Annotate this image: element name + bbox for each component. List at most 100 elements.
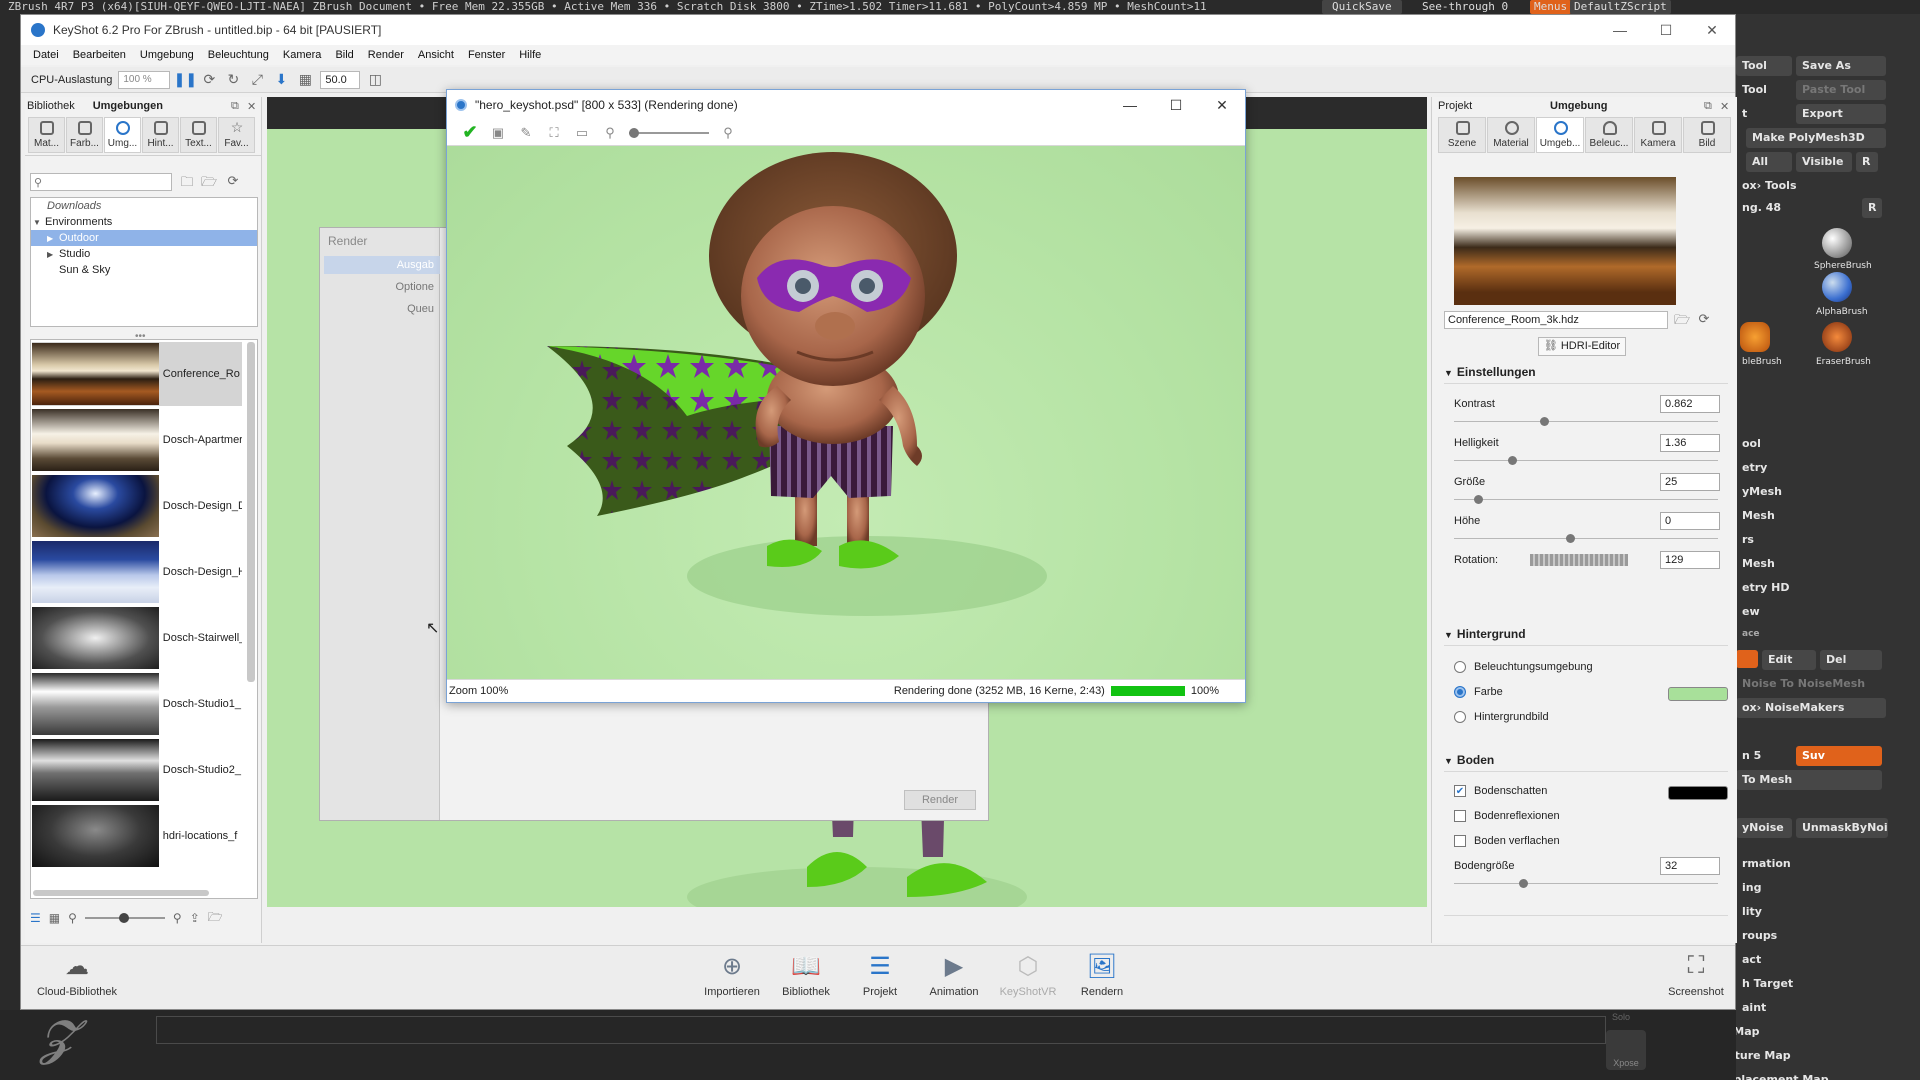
edit-button[interactable]: Edit bbox=[1762, 650, 1816, 670]
tab-backplates[interactable]: Hint... bbox=[142, 117, 179, 153]
menu-beleuchtung[interactable]: Beleuchtung bbox=[202, 49, 277, 61]
animation-button[interactable]: ▶ Animation bbox=[919, 952, 989, 1008]
settings-section-header[interactable]: ▼ Einstellungen bbox=[1444, 365, 1536, 379]
list-item[interactable]: Dosch-Design_D bbox=[32, 474, 242, 538]
unmask-by-noise-button[interactable]: UnmaskByNoise bbox=[1796, 818, 1888, 838]
list-item[interactable]: Dosch-Design_H bbox=[32, 540, 242, 604]
fit-icon[interactable]: ⤢ bbox=[248, 71, 266, 89]
slider-knob[interactable] bbox=[1473, 495, 1483, 504]
add-folder-icon[interactable]: 🗀 bbox=[177, 173, 197, 191]
list-item[interactable]: Dosch-Apartmer bbox=[32, 408, 242, 472]
collapse-icon[interactable]: ▶ bbox=[47, 231, 59, 247]
slider-track[interactable] bbox=[1454, 499, 1718, 500]
upload-icon[interactable]: ⇪ bbox=[190, 911, 200, 925]
hdri-filename-field[interactable]: Conference_Room_3k.hdz bbox=[1444, 311, 1668, 329]
close-icon[interactable]: ✕ bbox=[1199, 90, 1245, 120]
slider-track[interactable] bbox=[1454, 421, 1718, 422]
setting-value-field[interactable]: 0.862 bbox=[1660, 395, 1720, 413]
menu-bild[interactable]: Bild bbox=[329, 49, 361, 61]
ground-section-header[interactable]: ▼ Boden bbox=[1444, 753, 1494, 767]
library-refresh-icon[interactable]: ⟳ bbox=[223, 173, 243, 191]
tree-studio[interactable]: ▶ Studio bbox=[31, 246, 257, 262]
setting-value-field[interactable]: 1.36 bbox=[1660, 434, 1720, 452]
slider-track[interactable] bbox=[1454, 460, 1718, 461]
panel-close-icon[interactable]: ✕ bbox=[1720, 100, 1729, 113]
r-button[interactable]: R bbox=[1856, 152, 1878, 172]
pencil-icon[interactable]: ✎ bbox=[517, 124, 535, 142]
list-item[interactable]: Dosch-Stairwell_ bbox=[32, 606, 242, 670]
undock-icon[interactable]: ⧉ bbox=[231, 100, 239, 113]
tab-materials[interactable]: Mat... bbox=[28, 117, 65, 153]
rotation-dial[interactable] bbox=[1530, 554, 1628, 566]
library-button[interactable]: 📖 Bibliothek bbox=[771, 952, 841, 1008]
import-button[interactable]: ⊕ Importieren bbox=[697, 952, 767, 1008]
background-image-radio[interactable]: Hintergrundbild bbox=[1454, 711, 1549, 727]
value-field[interactable]: 50.0 bbox=[320, 70, 361, 89]
tool-item-ool[interactable]: ool bbox=[1736, 434, 1886, 454]
menu-bearbeiten[interactable]: Bearbeiten bbox=[67, 49, 134, 61]
list-item[interactable]: Dosch-Studio1_ bbox=[32, 672, 242, 736]
quicksave-button[interactable]: QuickSave bbox=[1322, 0, 1402, 14]
background-color-swatch[interactable] bbox=[1668, 687, 1728, 701]
orange-swatch[interactable] bbox=[1736, 650, 1758, 668]
tab-colors[interactable]: Farb... bbox=[66, 117, 103, 153]
maximize-icon[interactable]: ☐ bbox=[1153, 90, 1199, 120]
expand-icon[interactable]: ▼ bbox=[33, 215, 45, 231]
project-button[interactable]: ☰ Projekt bbox=[845, 952, 915, 1008]
render-ribbon-button[interactable]: 🖼 Rendern bbox=[1067, 952, 1137, 1008]
zoom-out-icon[interactable]: ⚲ bbox=[68, 911, 77, 925]
hdri-editor-button[interactable]: ⛓ HDRI-Editor bbox=[1538, 337, 1626, 356]
tool-button[interactable]: Tool bbox=[1736, 56, 1792, 76]
slider-knob[interactable] bbox=[1539, 417, 1549, 426]
refresh-icon[interactable]: ⟳ bbox=[200, 71, 218, 89]
render-button[interactable]: Render bbox=[904, 790, 976, 810]
tool-item-act[interactable]: act bbox=[1736, 950, 1886, 970]
render-options-tab[interactable]: Optione bbox=[324, 278, 440, 296]
tool-item-mesh-2[interactable]: Mesh bbox=[1736, 554, 1886, 574]
suv-button[interactable]: Suv bbox=[1796, 746, 1882, 766]
slider-track[interactable] bbox=[1454, 538, 1718, 539]
tool-item-lity[interactable]: lity bbox=[1736, 902, 1886, 922]
ynoise-button[interactable]: yNoise bbox=[1736, 818, 1792, 838]
list-view-icon[interactable]: ☰ bbox=[30, 911, 41, 925]
tool-item-roups[interactable]: roups bbox=[1736, 926, 1886, 946]
ground-reflections-checkbox[interactable]: Bodenreflexionen bbox=[1454, 810, 1560, 826]
background-lighting-radio[interactable]: Beleuchtungsumgebung bbox=[1454, 661, 1593, 677]
minimize-icon[interactable]: — bbox=[1107, 90, 1153, 120]
xpose-button[interactable]: Xpose bbox=[1606, 1030, 1646, 1070]
undock-icon[interactable]: ⧉ bbox=[1704, 100, 1712, 113]
tool-button-2[interactable]: Tool bbox=[1736, 80, 1792, 100]
tree-downloads[interactable]: Downloads bbox=[31, 198, 257, 214]
all-button[interactable]: All bbox=[1746, 152, 1792, 172]
ground-shadow-checkbox[interactable]: ✔ Bodenschatten bbox=[1454, 785, 1547, 801]
tree-sun-sky[interactable]: Sun & Sky bbox=[31, 262, 257, 278]
horizontal-scrollbar[interactable] bbox=[33, 890, 209, 896]
reload-icon[interactable]: ↻ bbox=[224, 71, 242, 89]
menu-fenster[interactable]: Fenster bbox=[462, 49, 513, 61]
shadow-color-swatch[interactable] bbox=[1668, 786, 1728, 800]
menu-hilfe[interactable]: Hilfe bbox=[513, 49, 549, 61]
tool-item-rs[interactable]: rs bbox=[1736, 530, 1886, 550]
tree-environments[interactable]: ▼ Environments bbox=[31, 214, 257, 230]
list-item[interactable]: Dosch-Studio2_ bbox=[32, 738, 242, 802]
paste-tool-button[interactable]: Paste Tool bbox=[1796, 80, 1886, 100]
save-as-button[interactable]: Save As bbox=[1796, 56, 1886, 76]
sphere-brush-icon[interactable] bbox=[1822, 228, 1852, 258]
tool-item-rmation[interactable]: rmation bbox=[1736, 854, 1886, 874]
tool-item-aint[interactable]: aint bbox=[1736, 998, 1886, 1018]
tab-image[interactable]: Bild bbox=[1683, 117, 1731, 153]
tab-camera[interactable]: Kamera bbox=[1634, 117, 1682, 153]
list-item[interactable]: hdri-locations_f bbox=[32, 804, 242, 868]
tool-item-ew[interactable]: ew bbox=[1736, 602, 1886, 622]
checkmark-icon[interactable]: ✔ bbox=[461, 122, 479, 142]
default-script-button[interactable]: DefaultZScript bbox=[1570, 0, 1671, 14]
folder-icon[interactable]: 🗁 bbox=[208, 908, 223, 929]
tool-item-etry-hd[interactable]: etry HD bbox=[1736, 578, 1886, 598]
export-button[interactable]: Export bbox=[1796, 104, 1886, 124]
zoom-slider[interactable] bbox=[629, 127, 709, 138]
setting-value-field[interactable]: 25 bbox=[1660, 473, 1720, 491]
noise-to-noisemesh-button[interactable]: Noise To NoiseMesh bbox=[1736, 674, 1886, 694]
reset-icon[interactable]: ⟳ bbox=[1694, 311, 1714, 329]
menu-datei[interactable]: Datei bbox=[27, 49, 67, 61]
make-polymesh-button[interactable]: Make PolyMesh3D bbox=[1746, 128, 1886, 148]
